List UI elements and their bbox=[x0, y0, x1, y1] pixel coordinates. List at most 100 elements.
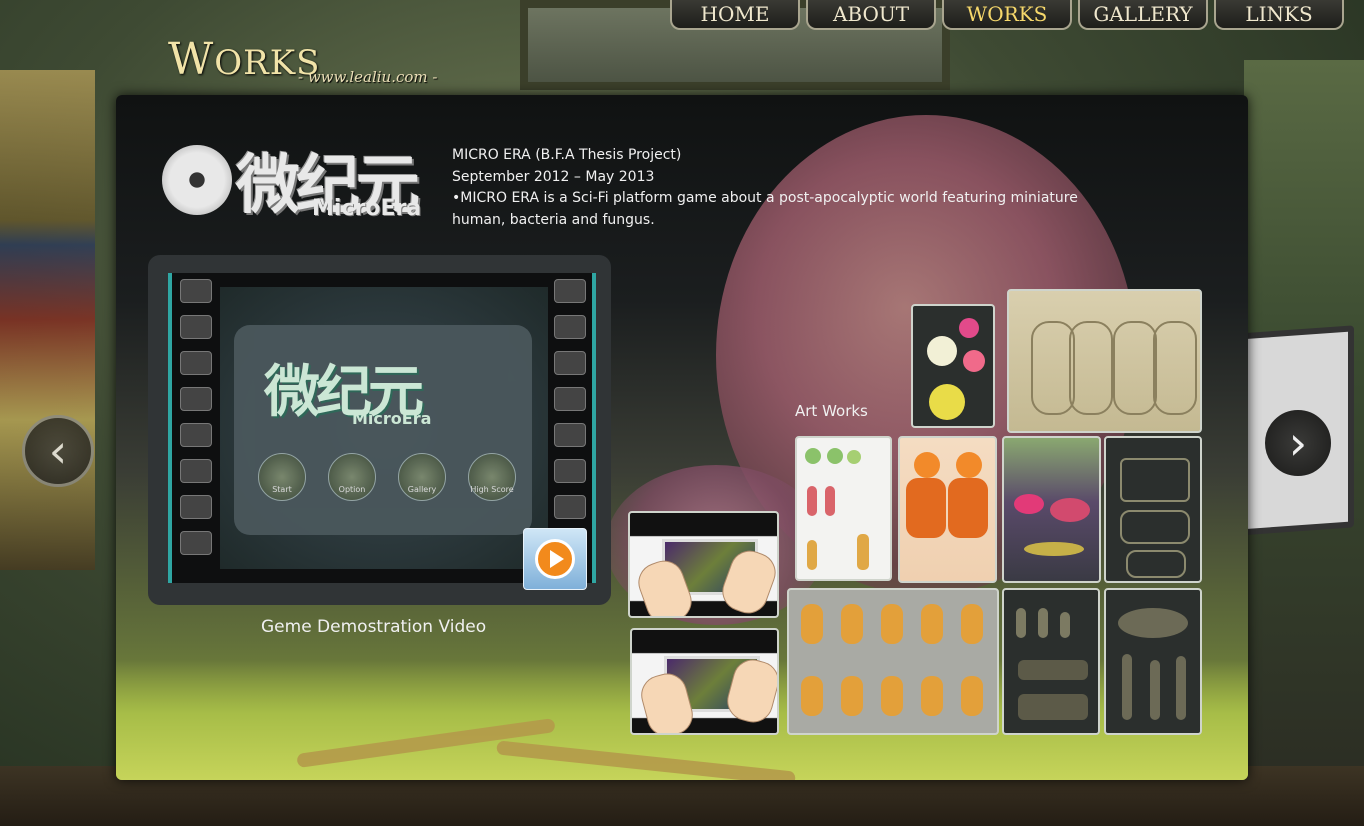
chevron-right-icon[interactable]: › bbox=[1262, 407, 1334, 479]
video-caption: Geme Demostration Video bbox=[261, 617, 487, 637]
sketch-figure bbox=[1069, 321, 1113, 415]
art-thumbnail-tree-silhouettes[interactable] bbox=[1104, 588, 1202, 735]
nav-about[interactable]: ABOUT bbox=[806, 0, 936, 30]
gear-logo-icon bbox=[162, 145, 232, 215]
sprite-frame bbox=[921, 676, 943, 716]
film-sprocket bbox=[554, 387, 586, 411]
ruins-shape bbox=[1126, 550, 1186, 578]
project-summary-line-1: •MICRO ERA is a Sci-Fi platform game abo… bbox=[452, 190, 1078, 206]
sprite-frame bbox=[881, 676, 903, 716]
play-button[interactable] bbox=[523, 528, 587, 590]
character-figure bbox=[906, 478, 946, 538]
game-menu-start: Start bbox=[258, 453, 306, 501]
film-sprocket bbox=[180, 387, 212, 411]
plant-shape bbox=[1018, 660, 1088, 680]
nav-works[interactable]: WORKS bbox=[942, 0, 1072, 30]
background-stained-glass-window bbox=[0, 70, 95, 570]
project-description: MICRO ERA (B.F.A Thesis Project) Septemb… bbox=[452, 145, 1192, 231]
plant-shape bbox=[1016, 608, 1026, 638]
sprite-frame bbox=[801, 676, 823, 716]
film-sprocket bbox=[554, 495, 586, 519]
chevron-left-icon[interactable]: ‹ bbox=[22, 415, 94, 487]
sprite-frame bbox=[841, 604, 863, 644]
tree-shape bbox=[1150, 660, 1160, 720]
film-sprockets-left bbox=[180, 279, 212, 555]
sketch-figure bbox=[1153, 321, 1197, 415]
mushroom-shape bbox=[1050, 498, 1090, 522]
film-sprocket bbox=[554, 279, 586, 303]
game-menu-gallery: Gallery bbox=[398, 453, 446, 501]
art-thumbnail-ruins[interactable] bbox=[1104, 436, 1202, 583]
film-sprocket bbox=[554, 423, 586, 447]
art-thumbnail-character-sketch[interactable] bbox=[1007, 289, 1202, 433]
character-head bbox=[914, 452, 940, 478]
flower-shape bbox=[927, 336, 957, 366]
film-sprocket bbox=[180, 315, 212, 339]
mushroom-shape bbox=[1024, 542, 1084, 556]
art-thumbnail-sprite-sheet[interactable] bbox=[787, 588, 999, 735]
art-works-label: Art Works bbox=[795, 402, 868, 420]
nav-links[interactable]: LINKS bbox=[1214, 0, 1344, 30]
fungus-shape bbox=[807, 486, 817, 516]
art-thumbnail-plant-silhouettes[interactable] bbox=[1002, 588, 1100, 735]
character-head bbox=[956, 452, 982, 478]
character-figure bbox=[948, 478, 988, 538]
fungus-shape bbox=[847, 450, 861, 464]
sprite-frame bbox=[801, 604, 823, 644]
fungus-shape bbox=[825, 486, 835, 516]
film-sprocket bbox=[180, 495, 212, 519]
game-menu-option: Option bbox=[328, 453, 376, 501]
flower-shape bbox=[963, 350, 985, 372]
project-logo: 微纪元 MicroEra bbox=[162, 130, 437, 230]
art-thumbnail-characters-orange[interactable] bbox=[898, 436, 997, 583]
art-thumbnail-fungus-studies[interactable] bbox=[795, 436, 892, 581]
fungus-shape bbox=[827, 448, 843, 464]
sprite-frame bbox=[841, 676, 863, 716]
gameplay-thumbnail[interactable] bbox=[630, 628, 779, 735]
film-sprocket bbox=[554, 459, 586, 483]
fungus-shape bbox=[807, 540, 817, 570]
film-sprockets-right bbox=[554, 279, 586, 555]
project-logo-latin: MicroEra bbox=[312, 196, 422, 221]
film-sprocket bbox=[180, 459, 212, 483]
art-thumbnail-environment[interactable] bbox=[1002, 436, 1101, 583]
gameplay-thumbnail[interactable] bbox=[628, 511, 779, 618]
play-icon bbox=[535, 539, 575, 579]
tree-shape bbox=[1122, 654, 1132, 720]
film-sprocket bbox=[180, 531, 212, 555]
game-title-screen: 微纪元 MicroEra Start Option Gallery High S… bbox=[234, 325, 532, 535]
fungus-shape bbox=[857, 534, 869, 570]
main-nav: HOME ABOUT WORKS GALLERY LINKS bbox=[670, 0, 1344, 30]
sprite-frame bbox=[921, 604, 943, 644]
plant-shape bbox=[1018, 694, 1088, 720]
sketch-figure bbox=[1113, 321, 1157, 415]
tree-shape bbox=[1118, 608, 1188, 638]
game-menu-high-score: High Score bbox=[468, 453, 516, 501]
film-sprocket bbox=[554, 315, 586, 339]
film-sprocket bbox=[180, 423, 212, 447]
game-title-logo-sub: MicroEra bbox=[352, 409, 432, 428]
sprite-frame bbox=[961, 676, 983, 716]
plant-shape bbox=[1060, 612, 1070, 638]
project-title: MICRO ERA (B.F.A Thesis Project) bbox=[452, 147, 682, 163]
project-summary-line-2: human, bacteria and fungus. bbox=[452, 211, 655, 228]
flower-shape bbox=[929, 384, 965, 420]
mushroom-shape bbox=[1014, 494, 1044, 514]
fungus-shape bbox=[805, 448, 821, 464]
sprite-frame bbox=[961, 604, 983, 644]
art-thumbnail-flowers[interactable] bbox=[911, 304, 995, 428]
site-title-initial: W bbox=[168, 34, 215, 85]
film-sprocket bbox=[180, 279, 212, 303]
nav-gallery[interactable]: GALLERY bbox=[1078, 0, 1208, 30]
sprite-frame bbox=[881, 604, 903, 644]
ruins-shape bbox=[1120, 458, 1190, 502]
film-sprocket bbox=[180, 351, 212, 375]
game-menu: Start Option Gallery High Score bbox=[258, 453, 516, 501]
project-dates: September 2012 – May 2013 bbox=[452, 168, 655, 185]
plant-shape bbox=[1038, 608, 1048, 638]
site-url: - www.lealiu.com - bbox=[298, 68, 438, 86]
ruins-shape bbox=[1120, 510, 1190, 544]
tree-shape bbox=[1176, 656, 1186, 720]
nav-home[interactable]: HOME bbox=[670, 0, 800, 30]
film-sprocket bbox=[554, 351, 586, 375]
